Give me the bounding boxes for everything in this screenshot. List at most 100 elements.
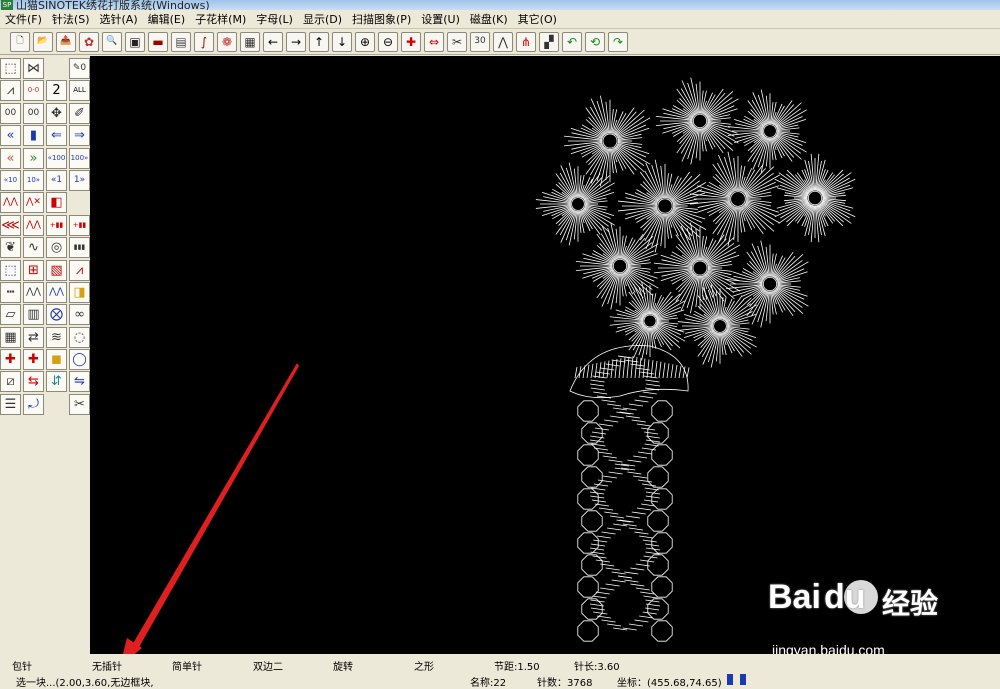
menu-item-5[interactable]: 字母(L) — [251, 11, 298, 27]
tool-button-33[interactable]: ∿ — [23, 237, 44, 259]
tool-button-41[interactable]: ⋀⋀ — [23, 281, 44, 303]
tool-button-4[interactable]: ⩘ — [0, 80, 21, 102]
toolbar-button-22[interactable]: ⋔ — [516, 31, 536, 52]
toolbar-button-19[interactable]: ✂ — [447, 31, 467, 52]
menu-item-0[interactable]: 文件(F) — [0, 11, 47, 27]
toolbar-button-5[interactable]: ▣ — [125, 31, 145, 52]
tool-button-35[interactable]: ▮▮▮ — [69, 237, 90, 259]
menu-item-1[interactable]: 针法(S) — [47, 11, 95, 27]
toolbar-button-21[interactable]: ⋀ — [493, 31, 513, 52]
tool-button-5[interactable]: 0-0 — [23, 80, 44, 102]
tool-button-39[interactable]: ⩘ — [69, 259, 90, 281]
toolbar-button-3[interactable]: ✿ — [79, 31, 99, 52]
tool-button-47[interactable]: ∞ — [69, 304, 90, 326]
tool-button-46[interactable]: ⨂ — [46, 304, 67, 326]
toolbar-button-1[interactable]: 📂 — [33, 31, 53, 52]
tool-button-18[interactable]: «100 — [46, 147, 67, 169]
menu-item-10[interactable]: 其它(O) — [513, 11, 562, 27]
tool-button-40[interactable]: ┅ — [0, 281, 21, 303]
toolbar-button-6[interactable]: ▬ — [148, 31, 168, 52]
tool-button-17[interactable]: » — [23, 147, 44, 169]
toolbar-button-25[interactable]: ⟲ — [585, 31, 605, 52]
tool-button-37[interactable]: ⊞ — [23, 259, 44, 281]
toolbar-button-11[interactable]: ← — [263, 31, 283, 52]
tool-button-0[interactable]: ⬚ — [0, 58, 21, 79]
tool-button-6[interactable]: 2 — [46, 80, 67, 102]
tool-button-50[interactable]: ≋ — [46, 326, 67, 348]
toolbar-button-15[interactable]: ⊕ — [355, 31, 375, 52]
toolbar-button-2[interactable]: 📤 — [56, 31, 76, 52]
tool-button-34[interactable]: ◎ — [46, 237, 67, 259]
toolbar-button-4[interactable]: 🔍 — [102, 31, 122, 52]
tool-button-55[interactable]: ◯ — [69, 349, 90, 371]
tool-button-21[interactable]: 10» — [23, 169, 44, 191]
tool-button-28[interactable]: ⋘ — [0, 214, 21, 236]
tool-button-52[interactable]: ✚ — [0, 349, 21, 371]
menu-item-4[interactable]: 子花样(M) — [190, 11, 251, 27]
toolbar-button-13[interactable]: ↑ — [309, 31, 329, 52]
toolbar-button-0[interactable]: 🗋 — [10, 31, 30, 52]
tool-button-38[interactable]: ▧ — [46, 259, 67, 281]
tool-button-22[interactable]: «1 — [46, 169, 67, 191]
menu-item-6[interactable]: 显示(D) — [298, 11, 347, 27]
menu-item-7[interactable]: 扫描图象(P) — [347, 11, 416, 27]
tool-button-59[interactable]: ⇋ — [69, 371, 90, 393]
toolbar-button-26[interactable]: ↷ — [608, 31, 628, 52]
tool-button-23[interactable]: 1» — [69, 169, 90, 191]
tool-button-60[interactable]: ☰ — [0, 393, 21, 415]
tool-button-57[interactable]: ⇆ — [23, 371, 44, 393]
toolbar-button-20[interactable]: 30 — [470, 31, 490, 52]
tool-button-53[interactable]: ✚ — [23, 349, 44, 371]
tool-button-45[interactable]: ▥ — [23, 304, 44, 326]
tool-button-12[interactable]: « — [0, 125, 21, 147]
tool-button-16[interactable]: « — [0, 147, 21, 169]
tool-button-14[interactable]: ⇐ — [46, 125, 67, 147]
toolbar-button-12[interactable]: → — [286, 31, 306, 52]
tool-button-49[interactable]: ⇄ — [23, 326, 44, 348]
tool-button-61[interactable]: ⤾ — [23, 393, 44, 415]
tool-button-31[interactable]: +▮▮ — [69, 214, 90, 236]
tool-button-10[interactable]: ✥ — [46, 102, 67, 124]
tool-button-26[interactable]: ◧ — [46, 192, 67, 214]
tool-button-63[interactable]: ✂ — [69, 393, 90, 415]
toolbar-button-10[interactable]: ▦ — [240, 31, 260, 52]
menu-item-3[interactable]: 编辑(E) — [143, 11, 191, 27]
tool-button-8[interactable]: 00 — [0, 102, 21, 124]
toolbar-button-14[interactable]: ↓ — [332, 31, 352, 52]
toolbar-button-24[interactable]: ↶ — [562, 31, 582, 52]
tool-button-3[interactable]: ✎0 — [69, 58, 90, 79]
tool-button-9[interactable]: 00 — [23, 102, 44, 124]
menu-item-9[interactable]: 磁盘(K) — [465, 11, 513, 27]
tool-button-1[interactable]: ⋈ — [23, 58, 44, 79]
toolbar-button-16[interactable]: ⊖ — [378, 31, 398, 52]
toolbar-button-7[interactable]: ▤ — [171, 31, 191, 52]
toolbar-button-18[interactable]: ⇔ — [424, 31, 444, 52]
tool-button-54[interactable]: ◼ — [46, 349, 67, 371]
toolbar-button-8[interactable]: ∫ — [194, 31, 214, 52]
tool-button-58[interactable]: ⇵ — [46, 371, 67, 393]
tool-button-15[interactable]: ⇒ — [69, 125, 90, 147]
tool-button-32[interactable]: ❦ — [0, 237, 21, 259]
menu-item-2[interactable]: 选针(A) — [95, 11, 143, 27]
design-canvas[interactable] — [90, 56, 1000, 654]
tool-button-13[interactable]: ▮ — [23, 125, 44, 147]
tool-button-30[interactable]: +▮▮ — [46, 214, 67, 236]
tool-button-48[interactable]: ▦ — [0, 326, 21, 348]
tool-button-24[interactable]: ⋀⋀ — [0, 192, 21, 214]
tool-button-44[interactable]: ▱ — [0, 304, 21, 326]
tool-button-19[interactable]: 100» — [69, 147, 90, 169]
menu-item-8[interactable]: 设置(U) — [416, 11, 465, 27]
tool-button-11[interactable]: ✐ — [69, 102, 90, 124]
toolbar-button-17[interactable]: ✚ — [401, 31, 421, 52]
tool-button-25[interactable]: ⋀✕ — [23, 192, 44, 214]
toolbar-button-23[interactable]: ▞ — [539, 31, 559, 52]
tool-button-29[interactable]: ⋀⋀ — [23, 214, 44, 236]
tool-button-7[interactable]: ALL — [69, 80, 90, 102]
tool-button-56[interactable]: ⧄ — [0, 371, 21, 393]
tool-button-51[interactable]: ◌ — [69, 326, 90, 348]
tool-button-43[interactable]: ◨ — [69, 281, 90, 303]
tool-button-36[interactable]: ⬚ — [0, 259, 21, 281]
tool-button-42[interactable]: ⋀⋀ — [46, 281, 67, 303]
tool-button-20[interactable]: «10 — [0, 169, 21, 191]
toolbar-button-9[interactable]: ❁ — [217, 31, 237, 52]
